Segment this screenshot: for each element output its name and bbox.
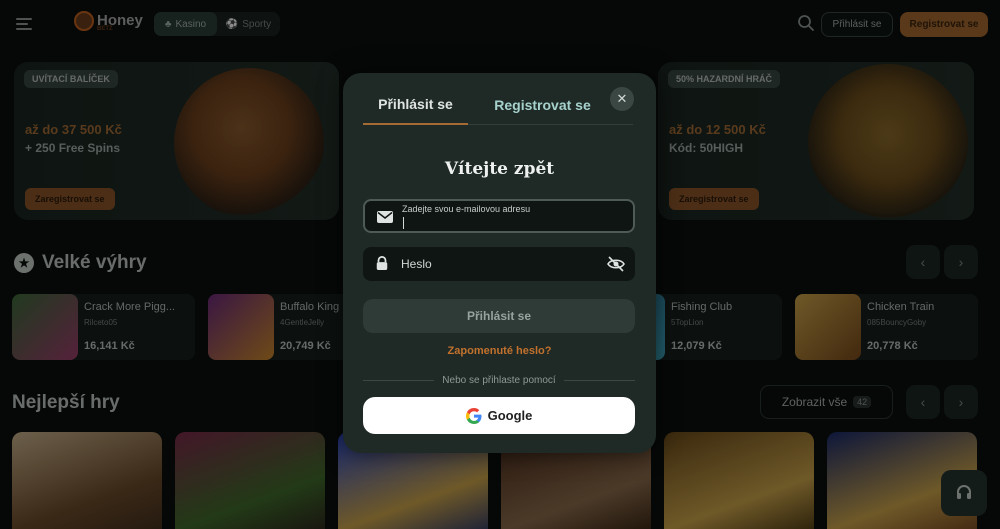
close-icon[interactable]: ✕: [610, 87, 634, 111]
email-placeholder: Zadejte svou e-mailovou adresu: [402, 204, 531, 214]
forgot-password-link[interactable]: Zapomenuté heslo?: [343, 345, 656, 357]
tab-login[interactable]: Přihlásit se: [363, 85, 468, 125]
divider-text: Nebo se přihlaste pomocí: [442, 374, 556, 386]
text-cursor: [403, 217, 404, 229]
google-label: Google: [487, 408, 533, 423]
eye-off-icon[interactable]: [607, 256, 625, 272]
login-modal: Přihlásit se Registrovat se ✕ Vítejte zp…: [343, 73, 656, 453]
google-icon: [465, 407, 482, 424]
password-field[interactable]: Heslo: [363, 247, 635, 281]
envelope-icon: [377, 211, 393, 223]
modal-title: Vítejte zpět: [444, 159, 555, 179]
lock-icon: [376, 256, 388, 270]
divider: Nebo se přihlaste pomocí: [363, 373, 635, 387]
login-submit-button[interactable]: Přihlásit se: [363, 299, 635, 333]
tab-register[interactable]: Registrovat se: [480, 85, 605, 125]
modal-tabs: Přihlásit se Registrovat se: [363, 85, 633, 125]
google-login-button[interactable]: Google: [363, 397, 635, 434]
password-label: Heslo: [401, 257, 432, 271]
email-field[interactable]: Zadejte svou e-mailovou adresu: [363, 199, 635, 233]
